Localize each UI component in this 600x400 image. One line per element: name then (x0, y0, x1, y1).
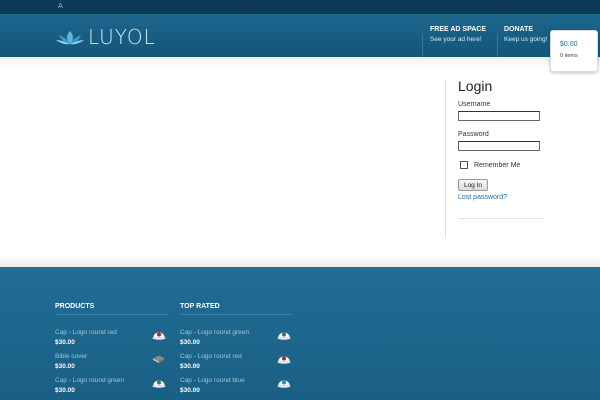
lost-password-link[interactable]: Lost password? (458, 194, 507, 201)
product-price: $30.00 (180, 339, 200, 346)
product-price: $30.00 (55, 387, 75, 394)
nav-title: DONATE (504, 26, 534, 33)
brand-name: LUYOL (88, 25, 156, 49)
site-footer: PRODUCTS Cap - Logo round red $30.00 Bib… (0, 267, 600, 400)
header-shadow (0, 57, 600, 67)
product-price: $30.00 (180, 363, 200, 370)
remember-me-checkbox[interactable] (460, 161, 468, 169)
product-price: $30.00 (55, 363, 75, 370)
nav-subtitle: Keep us going! (504, 36, 548, 43)
top-bar-link[interactable]: A (58, 2, 63, 10)
login-divider (458, 218, 544, 219)
login-heading: Login (458, 78, 493, 94)
remember-me[interactable]: Remember Me (458, 161, 520, 169)
cap-green-icon[interactable] (277, 328, 291, 340)
book-icon[interactable] (152, 352, 166, 364)
nav-subtitle: See your ad here! (430, 36, 482, 43)
nav-free-ad-space[interactable]: FREE AD SPACE See your ad here! (430, 26, 486, 43)
product-name[interactable]: Cap - Logo round blue (180, 377, 245, 384)
login-button[interactable]: Log In (458, 179, 488, 191)
cart-item-count: 0 items (560, 53, 578, 59)
mini-cart[interactable]: $0.00 0 items (550, 30, 598, 72)
top-rated-divider (180, 314, 293, 315)
cap-blue-icon[interactable] (277, 376, 291, 388)
product-name[interactable]: Bible cover (55, 353, 87, 360)
password-label: Password (458, 131, 489, 138)
product-name[interactable]: Cap - Logo round green (180, 329, 249, 336)
product-name[interactable]: Cap - Logo round red (180, 353, 242, 360)
cap-green-icon[interactable] (152, 376, 166, 388)
product-name[interactable]: Cap - Logo round red (55, 329, 117, 336)
products-divider (55, 314, 168, 315)
password-field[interactable] (458, 141, 540, 151)
top-rated-heading: TOP RATED (180, 303, 220, 310)
footer-shadow (0, 255, 600, 267)
cart-total: $0.00 (560, 41, 578, 48)
nav-title: FREE AD SPACE (430, 26, 487, 33)
site-header: LUYOL FREE AD SPACE See your ad here! DO… (0, 14, 600, 66)
lotus-logo-icon (56, 30, 84, 44)
cap-red-icon[interactable] (152, 328, 166, 340)
sidebar-divider (445, 80, 446, 238)
cap-red-icon[interactable] (277, 352, 291, 364)
product-price: $30.00 (180, 387, 200, 394)
products-heading: PRODUCTS (55, 303, 95, 310)
site-logo[interactable]: LUYOL (56, 27, 168, 47)
nav-donate[interactable]: DONATE Keep us going! (504, 26, 547, 43)
product-price: $30.00 (55, 339, 75, 346)
product-name[interactable]: Cap - Logo round green (55, 377, 124, 384)
username-field[interactable] (458, 111, 540, 121)
top-bar: A (0, 0, 600, 14)
username-label: Username (458, 101, 491, 108)
remember-me-label: Remember Me (474, 161, 521, 169)
